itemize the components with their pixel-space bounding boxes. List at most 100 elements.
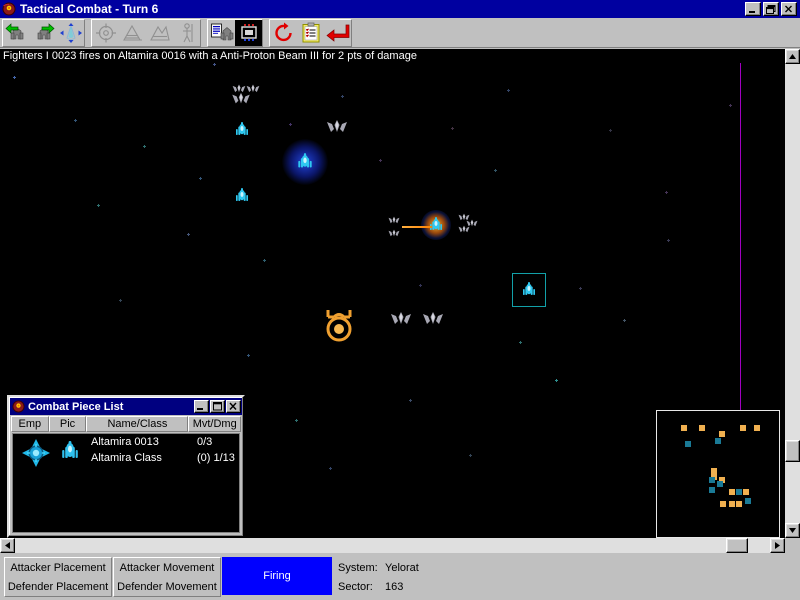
star bbox=[730, 105, 731, 106]
star bbox=[214, 64, 215, 65]
orders-button[interactable] bbox=[297, 20, 324, 46]
star bbox=[624, 320, 625, 321]
column-header-emp[interactable]: Emp bbox=[11, 416, 49, 432]
enemy-fighter-large-sprite[interactable] bbox=[390, 311, 412, 327]
ship-report-button[interactable] bbox=[208, 20, 235, 46]
person-button[interactable] bbox=[173, 20, 200, 46]
enemy-fighter-large-sprite[interactable] bbox=[230, 92, 252, 106]
window-title: Tactical Combat - Turn 6 bbox=[20, 2, 745, 16]
minimap-contact bbox=[709, 487, 715, 493]
column-header-pic[interactable]: Pic bbox=[49, 416, 87, 432]
combat-piece-list-title: Combat Piece List bbox=[28, 401, 194, 413]
star bbox=[452, 128, 453, 129]
enemy-fighter-large-sprite[interactable] bbox=[326, 119, 348, 135]
terrain-two-button[interactable] bbox=[146, 20, 173, 46]
vertical-scrollbar[interactable] bbox=[785, 49, 800, 538]
display-monitor-button[interactable] bbox=[235, 20, 262, 46]
window-control-buttons bbox=[745, 2, 797, 16]
enemy-fighter-small-sprite[interactable] bbox=[466, 218, 478, 229]
planet-sprite[interactable] bbox=[322, 305, 356, 343]
previous-ship-button[interactable] bbox=[3, 20, 30, 46]
minimize-button[interactable] bbox=[194, 400, 209, 413]
star bbox=[144, 146, 145, 147]
next-ship-button[interactable] bbox=[30, 20, 57, 46]
end-turn-button[interactable] bbox=[324, 20, 351, 46]
maximize-button[interactable] bbox=[210, 400, 225, 413]
star bbox=[380, 160, 381, 161]
minimap-contact bbox=[681, 425, 687, 431]
window-title-bar[interactable]: Tactical Combat - Turn 6 bbox=[0, 0, 800, 18]
vertical-scroll-thumb[interactable] bbox=[785, 440, 800, 462]
scroll-down-button[interactable] bbox=[785, 523, 800, 538]
friendly-ship-sprite[interactable] bbox=[234, 187, 250, 205]
piece-damage: (0) 1/13 bbox=[197, 452, 235, 464]
star bbox=[200, 178, 201, 179]
star bbox=[264, 260, 265, 261]
minimap-contact bbox=[717, 481, 723, 487]
star bbox=[290, 124, 291, 125]
star bbox=[248, 355, 249, 356]
table-row[interactable]: Altamira 0013 Altamira Class 0/3 (0) 1/1… bbox=[13, 434, 239, 474]
enemy-fighter-large-sprite[interactable] bbox=[422, 311, 444, 327]
combat-piece-list-body[interactable]: Altamira 0013 Altamira Class 0/3 (0) 1/1… bbox=[12, 433, 240, 533]
empire-emblem-cyan-starburst bbox=[21, 438, 51, 471]
star bbox=[520, 342, 521, 343]
tactical-combat-window: Tactical Combat - Turn 6 bbox=[0, 0, 800, 600]
horizontal-scrollbar[interactable] bbox=[0, 538, 785, 553]
column-header-name-class[interactable]: Name/Class bbox=[86, 416, 188, 432]
minimap-contact bbox=[736, 501, 742, 507]
star bbox=[410, 400, 411, 401]
friendly-ship-flagship-sprite[interactable] bbox=[296, 152, 314, 172]
minimap-contact bbox=[754, 425, 760, 431]
enemy-fighter-small-sprite[interactable] bbox=[388, 228, 400, 239]
piece-name: Altamira 0013 bbox=[91, 436, 159, 448]
star bbox=[668, 240, 669, 241]
star bbox=[14, 77, 15, 78]
attacker-placement-button[interactable]: Attacker Placement bbox=[5, 558, 111, 577]
close-button[interactable] bbox=[226, 400, 241, 413]
star bbox=[495, 170, 496, 171]
scroll-right-button[interactable] bbox=[770, 538, 785, 553]
close-button[interactable] bbox=[781, 2, 797, 16]
tactical-minimap[interactable] bbox=[656, 410, 780, 538]
friendly-ship-hit-sprite[interactable] bbox=[428, 216, 444, 234]
status-info: System: Yelorat Sector: 163 bbox=[338, 558, 419, 596]
piece-movement: 0/3 bbox=[197, 436, 212, 448]
toolbar-group-navigation bbox=[2, 19, 85, 47]
defender-movement-button[interactable]: Defender Movement bbox=[114, 577, 220, 596]
scroll-up-button[interactable] bbox=[785, 49, 800, 64]
star bbox=[508, 90, 509, 91]
combat-piece-list-window[interactable]: Combat Piece List EmpPicName/ bbox=[7, 395, 245, 538]
weapon-beam bbox=[402, 226, 432, 228]
movement-phase-group: Attacker Movement Defender Movement bbox=[113, 557, 221, 597]
system-value: Yelorat bbox=[385, 562, 419, 574]
enemy-fighter-small-sprite[interactable] bbox=[388, 215, 400, 226]
maximize-button[interactable] bbox=[763, 2, 779, 16]
main-toolbar bbox=[0, 18, 800, 48]
replay-button[interactable] bbox=[270, 20, 297, 46]
minimap-contact bbox=[699, 425, 705, 431]
column-header-mvt-dmg[interactable]: Mvt/Dmg bbox=[188, 416, 241, 432]
minimize-button[interactable] bbox=[745, 2, 761, 16]
star bbox=[420, 285, 421, 286]
star bbox=[75, 120, 76, 121]
friendly-ship-sprite[interactable] bbox=[234, 121, 250, 139]
defender-placement-button[interactable]: Defender Placement bbox=[5, 577, 111, 596]
minimap-contact bbox=[729, 489, 735, 495]
attacker-movement-button[interactable]: Attacker Movement bbox=[114, 558, 220, 577]
center-on-ship-button[interactable] bbox=[57, 20, 84, 46]
minimap-contact bbox=[685, 441, 691, 447]
scrollbar-corner bbox=[785, 538, 800, 553]
star bbox=[556, 380, 557, 381]
target-button[interactable] bbox=[92, 20, 119, 46]
terrain-one-button[interactable] bbox=[119, 20, 146, 46]
minimap-contact bbox=[736, 489, 742, 495]
minimap-contact bbox=[720, 501, 726, 507]
star bbox=[188, 234, 189, 235]
horizontal-scroll-thumb[interactable] bbox=[726, 538, 748, 553]
combat-piece-list-title-bar[interactable]: Combat Piece List bbox=[10, 398, 242, 415]
firing-phase-button[interactable]: Firing bbox=[222, 557, 332, 595]
system-line: System: Yelorat bbox=[338, 558, 419, 577]
scroll-left-button[interactable] bbox=[0, 538, 15, 553]
firing-phase-group: Firing bbox=[222, 557, 332, 595]
